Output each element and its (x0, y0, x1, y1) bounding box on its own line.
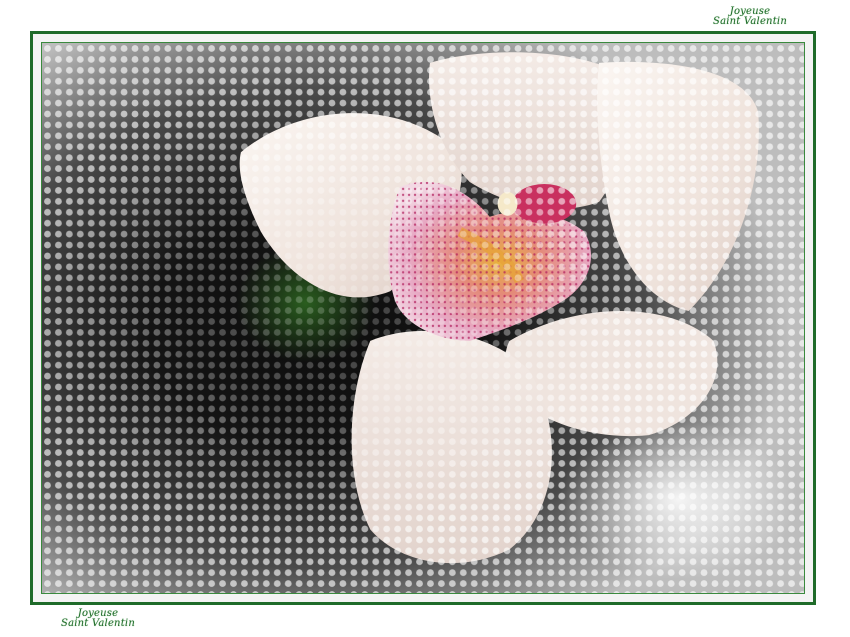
signature-top-line2: Saint Valentin (713, 16, 787, 27)
valentine-card: Joyeuse Saint Valentin Joyeuse Saint Val… (0, 0, 850, 637)
signature-top: Joyeuse Saint Valentin (706, 7, 794, 27)
green-frame (30, 31, 816, 605)
photo-area (41, 42, 805, 594)
signature-bottom: Joyeuse Saint Valentin (54, 609, 142, 629)
signature-bottom-line2: Saint Valentin (61, 618, 135, 629)
orchid-photo (42, 43, 804, 593)
